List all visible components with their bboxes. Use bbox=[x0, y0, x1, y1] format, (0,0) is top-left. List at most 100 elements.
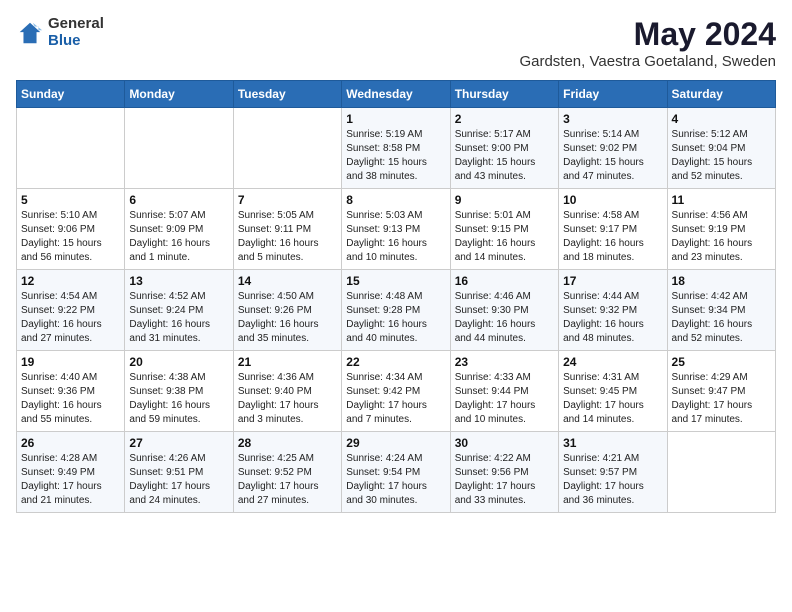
day-number: 22 bbox=[346, 355, 445, 369]
day-info: Sunrise: 4:29 AM Sunset: 9:47 PM Dayligh… bbox=[672, 371, 771, 427]
calendar-body: 1 Sunrise: 5:19 AM Sunset: 8:58 PM Daylig… bbox=[17, 108, 776, 513]
day-info: Sunrise: 4:54 AM Sunset: 9:22 PM Dayligh… bbox=[21, 290, 120, 346]
calendar-week-1: 1 Sunrise: 5:19 AM Sunset: 8:58 PM Daylig… bbox=[17, 108, 776, 189]
calendar-cell: 3 Sunrise: 5:14 AM Sunset: 9:02 PM Daylig… bbox=[559, 108, 667, 189]
day-info: Sunrise: 5:03 AM Sunset: 9:13 PM Dayligh… bbox=[346, 209, 445, 265]
day-info: Sunrise: 4:36 AM Sunset: 9:40 PM Dayligh… bbox=[238, 371, 337, 427]
day-info: Sunrise: 4:24 AM Sunset: 9:54 PM Dayligh… bbox=[346, 452, 445, 508]
calendar-table: Sunday Monday Tuesday Wednesday Thursday… bbox=[16, 80, 776, 513]
day-number: 17 bbox=[563, 274, 662, 288]
day-info: Sunrise: 4:46 AM Sunset: 9:30 PM Dayligh… bbox=[455, 290, 554, 346]
day-number: 7 bbox=[238, 193, 337, 207]
logo-text: General Blue bbox=[48, 16, 104, 49]
day-number: 11 bbox=[672, 193, 771, 207]
day-info: Sunrise: 4:33 AM Sunset: 9:44 PM Dayligh… bbox=[455, 371, 554, 427]
day-number: 4 bbox=[672, 112, 771, 126]
day-number: 29 bbox=[346, 436, 445, 450]
calendar-title: May 2024 bbox=[519, 16, 776, 53]
calendar-cell: 27 Sunrise: 4:26 AM Sunset: 9:51 PM Dayli… bbox=[125, 432, 233, 513]
calendar-week-5: 26Sunrise: 4:28 AM Sunset: 9:49 PM Dayli… bbox=[17, 432, 776, 513]
calendar-cell: 22 Sunrise: 4:34 AM Sunset: 9:42 PM Dayli… bbox=[342, 351, 450, 432]
day-info: Sunrise: 4:38 AM Sunset: 9:38 PM Dayligh… bbox=[129, 371, 228, 427]
day-number: 21 bbox=[238, 355, 337, 369]
day-info: Sunrise: 4:26 AM Sunset: 9:51 PM Dayligh… bbox=[129, 452, 228, 508]
calendar-cell: 6 Sunrise: 5:07 AM Sunset: 9:09 PM Daylig… bbox=[125, 189, 233, 270]
day-number: 13 bbox=[129, 274, 228, 288]
day-info: Sunrise: 4:21 AM Sunset: 9:57 PM Dayligh… bbox=[563, 452, 662, 508]
day-info: Sunrise: 5:14 AM Sunset: 9:02 PM Dayligh… bbox=[563, 128, 662, 184]
logo-blue: Blue bbox=[48, 33, 104, 50]
calendar-cell: 17Sunrise: 4:44 AM Sunset: 9:32 PM Dayli… bbox=[559, 270, 667, 351]
logo-general: General bbox=[48, 16, 104, 33]
header-thursday: Thursday bbox=[450, 81, 558, 108]
day-number: 10 bbox=[563, 193, 662, 207]
day-number: 9 bbox=[455, 193, 554, 207]
day-info: Sunrise: 5:19 AM Sunset: 8:58 PM Dayligh… bbox=[346, 128, 445, 184]
calendar-header: Sunday Monday Tuesday Wednesday Thursday… bbox=[17, 81, 776, 108]
day-number: 16 bbox=[455, 274, 554, 288]
page-header: General Blue May 2024 Gardsten, Vaestra … bbox=[16, 16, 776, 70]
logo-icon bbox=[16, 19, 44, 47]
header-sunday: Sunday bbox=[17, 81, 125, 108]
header-monday: Monday bbox=[125, 81, 233, 108]
calendar-cell: 30Sunrise: 4:22 AM Sunset: 9:56 PM Dayli… bbox=[450, 432, 558, 513]
header-wednesday: Wednesday bbox=[342, 81, 450, 108]
calendar-cell: 16 Sunrise: 4:46 AM Sunset: 9:30 PM Dayli… bbox=[450, 270, 558, 351]
day-number: 25 bbox=[672, 355, 771, 369]
title-area: May 2024 Gardsten, Vaestra Goetaland, Sw… bbox=[519, 16, 776, 70]
calendar-subtitle: Gardsten, Vaestra Goetaland, Sweden bbox=[519, 53, 776, 70]
day-info: Sunrise: 4:48 AM Sunset: 9:28 PM Dayligh… bbox=[346, 290, 445, 346]
day-number: 1 bbox=[346, 112, 445, 126]
day-info: Sunrise: 4:34 AM Sunset: 9:42 PM Dayligh… bbox=[346, 371, 445, 427]
calendar-cell: 5Sunrise: 5:10 AM Sunset: 9:06 PM Daylig… bbox=[17, 189, 125, 270]
day-number: 27 bbox=[129, 436, 228, 450]
day-number: 14 bbox=[238, 274, 337, 288]
calendar-week-4: 19Sunrise: 4:40 AM Sunset: 9:36 PM Dayli… bbox=[17, 351, 776, 432]
day-number: 18 bbox=[672, 274, 771, 288]
day-number: 23 bbox=[455, 355, 554, 369]
calendar-cell: 26Sunrise: 4:28 AM Sunset: 9:49 PM Dayli… bbox=[17, 432, 125, 513]
day-info: Sunrise: 5:05 AM Sunset: 9:11 PM Dayligh… bbox=[238, 209, 337, 265]
calendar-week-2: 5Sunrise: 5:10 AM Sunset: 9:06 PM Daylig… bbox=[17, 189, 776, 270]
calendar-cell: 31 Sunrise: 4:21 AM Sunset: 9:57 PM Dayli… bbox=[559, 432, 667, 513]
day-info: Sunrise: 5:17 AM Sunset: 9:00 PM Dayligh… bbox=[455, 128, 554, 184]
header-friday: Friday bbox=[559, 81, 667, 108]
day-number: 2 bbox=[455, 112, 554, 126]
calendar-cell: 21 Sunrise: 4:36 AM Sunset: 9:40 PM Dayli… bbox=[233, 351, 341, 432]
calendar-cell: 25 Sunrise: 4:29 AM Sunset: 9:47 PM Dayli… bbox=[667, 351, 775, 432]
day-info: Sunrise: 4:52 AM Sunset: 9:24 PM Dayligh… bbox=[129, 290, 228, 346]
calendar-cell: 14 Sunrise: 4:50 AM Sunset: 9:26 PM Dayli… bbox=[233, 270, 341, 351]
day-info: Sunrise: 5:10 AM Sunset: 9:06 PM Dayligh… bbox=[21, 209, 120, 265]
calendar-cell: 1 Sunrise: 5:19 AM Sunset: 8:58 PM Daylig… bbox=[342, 108, 450, 189]
day-info: Sunrise: 5:07 AM Sunset: 9:09 PM Dayligh… bbox=[129, 209, 228, 265]
day-number: 8 bbox=[346, 193, 445, 207]
calendar-cell: 12 Sunrise: 4:54 AM Sunset: 9:22 PM Dayli… bbox=[17, 270, 125, 351]
day-info: Sunrise: 4:25 AM Sunset: 9:52 PM Dayligh… bbox=[238, 452, 337, 508]
calendar-cell: 19Sunrise: 4:40 AM Sunset: 9:36 PM Dayli… bbox=[17, 351, 125, 432]
calendar-week-3: 12 Sunrise: 4:54 AM Sunset: 9:22 PM Dayli… bbox=[17, 270, 776, 351]
calendar-cell: 29 Sunrise: 4:24 AM Sunset: 9:54 PM Dayli… bbox=[342, 432, 450, 513]
calendar-cell bbox=[125, 108, 233, 189]
calendar-cell bbox=[17, 108, 125, 189]
calendar-cell: 11 Sunrise: 4:56 AM Sunset: 9:19 PM Dayli… bbox=[667, 189, 775, 270]
day-info: Sunrise: 4:56 AM Sunset: 9:19 PM Dayligh… bbox=[672, 209, 771, 265]
day-info: Sunrise: 4:50 AM Sunset: 9:26 PM Dayligh… bbox=[238, 290, 337, 346]
day-info: Sunrise: 4:42 AM Sunset: 9:34 PM Dayligh… bbox=[672, 290, 771, 346]
calendar-cell bbox=[667, 432, 775, 513]
day-number: 6 bbox=[129, 193, 228, 207]
header-tuesday: Tuesday bbox=[233, 81, 341, 108]
calendar-cell: 28 Sunrise: 4:25 AM Sunset: 9:52 PM Dayli… bbox=[233, 432, 341, 513]
day-number: 31 bbox=[563, 436, 662, 450]
day-info: Sunrise: 5:12 AM Sunset: 9:04 PM Dayligh… bbox=[672, 128, 771, 184]
header-row: Sunday Monday Tuesday Wednesday Thursday… bbox=[17, 81, 776, 108]
calendar-cell: 24Sunrise: 4:31 AM Sunset: 9:45 PM Dayli… bbox=[559, 351, 667, 432]
day-number: 3 bbox=[563, 112, 662, 126]
day-number: 20 bbox=[129, 355, 228, 369]
day-info: Sunrise: 4:28 AM Sunset: 9:49 PM Dayligh… bbox=[21, 452, 120, 508]
day-number: 12 bbox=[21, 274, 120, 288]
calendar-cell: 10Sunrise: 4:58 AM Sunset: 9:17 PM Dayli… bbox=[559, 189, 667, 270]
calendar-cell: 18 Sunrise: 4:42 AM Sunset: 9:34 PM Dayli… bbox=[667, 270, 775, 351]
calendar-cell: 15Sunrise: 4:48 AM Sunset: 9:28 PM Dayli… bbox=[342, 270, 450, 351]
day-number: 28 bbox=[238, 436, 337, 450]
calendar-cell: 7 Sunrise: 5:05 AM Sunset: 9:11 PM Daylig… bbox=[233, 189, 341, 270]
